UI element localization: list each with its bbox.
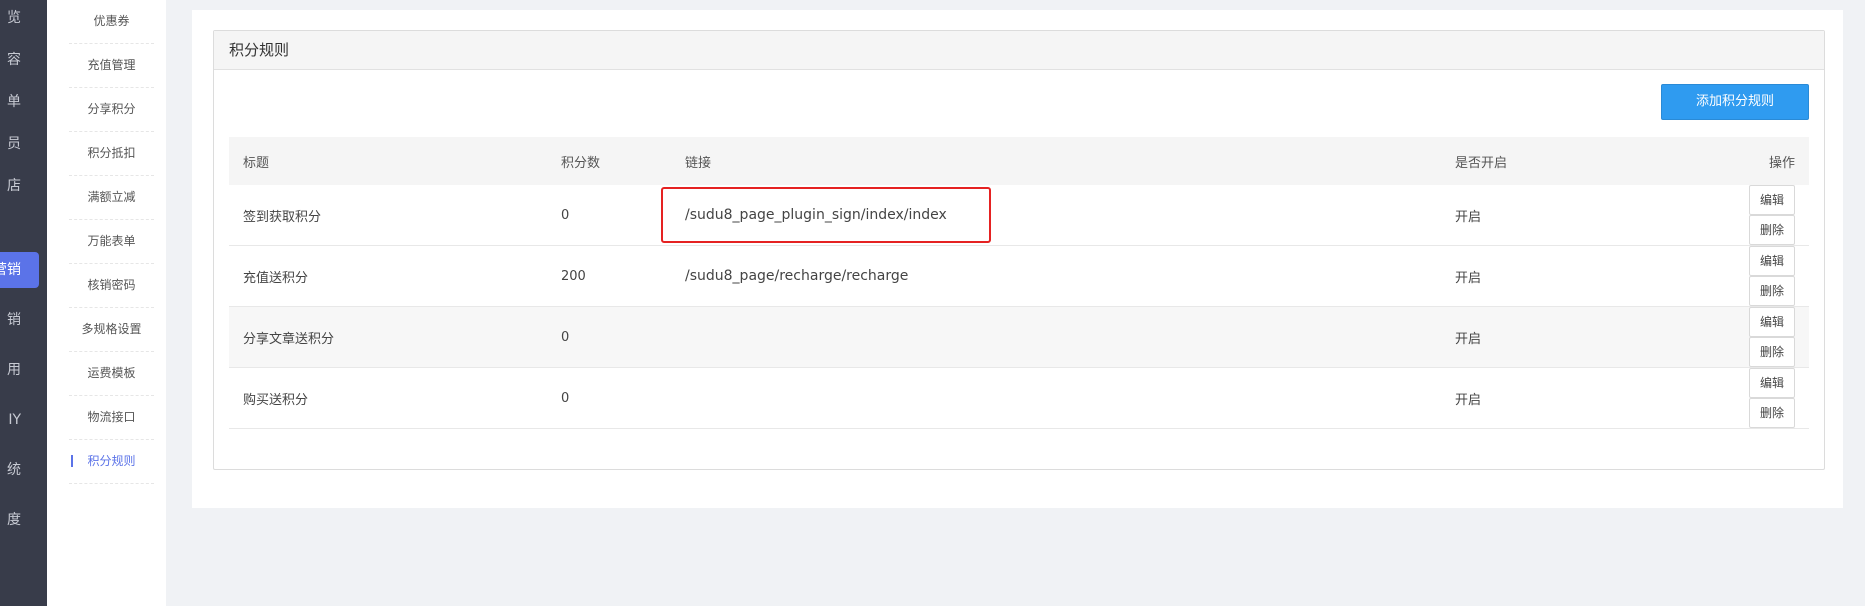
cell-actions: 编辑删除 [1723, 245, 1809, 307]
points-rules-table: 标题 积分数 链接 是否开启 操作 签到获取积分 0 /sudu8_page_p… [229, 137, 1809, 429]
nav-item-label: IY [8, 412, 21, 428]
submenu-item-recharge[interactable]: 充值管理 [69, 44, 154, 88]
cell-actions: 编辑删除 [1723, 306, 1809, 368]
marketing-submenu: 优惠券 充值管理 分享积分 积分抵扣 满额立减 万能表单 核销密码 多规格设置 … [47, 0, 166, 606]
submenu-item-coupons[interactable]: 优惠券 [69, 0, 154, 44]
highlight-box [661, 187, 991, 243]
delete-button[interactable]: 删除 [1749, 276, 1795, 306]
nav-item-label: 营销 [0, 262, 21, 278]
nav-item-members[interactable]: 员 [0, 126, 47, 162]
nav-item-diy[interactable]: IY [0, 402, 47, 438]
submenu-item-label: 积分规则 [87, 454, 136, 468]
nav-item-marketing[interactable]: 营销 [0, 252, 39, 288]
cell-enabled: 开启 [1441, 245, 1723, 307]
nav-item-label: 店 [7, 178, 21, 194]
cell-enabled: 开启 [1441, 306, 1723, 368]
cell-enabled: 开启 [1441, 367, 1723, 429]
submenu-item-points-rules[interactable]: 积分规则 [69, 440, 154, 484]
edit-button[interactable]: 编辑 [1749, 368, 1795, 398]
delete-button[interactable]: 删除 [1749, 215, 1795, 245]
cell-enabled: 开启 [1441, 185, 1723, 246]
cell-link: /sudu8_page_plugin_sign/index/index [661, 185, 1441, 246]
header-actions: 操作 [1723, 137, 1809, 185]
nav-item-apps[interactable]: 用 [0, 352, 47, 388]
header-enabled: 是否开启 [1441, 137, 1723, 185]
edit-button[interactable]: 编辑 [1749, 307, 1795, 337]
header-points: 积分数 [547, 137, 671, 185]
nav-item-system[interactable]: 统 [0, 452, 47, 488]
submenu-item-universal-form[interactable]: 万能表单 [69, 220, 154, 264]
submenu-item-full-reduction[interactable]: 满额立减 [69, 176, 154, 220]
nav-item-label: 销 [7, 312, 21, 328]
cell-points: 0 [547, 367, 671, 429]
active-indicator [71, 455, 73, 467]
submenu-item-points-deduction[interactable]: 积分抵扣 [69, 132, 154, 176]
header-title: 标题 [229, 137, 547, 185]
submenu-item-verify-code[interactable]: 核销密码 [69, 264, 154, 308]
delete-button[interactable]: 删除 [1749, 337, 1795, 367]
add-points-rule-button[interactable]: 添加积分规则 [1661, 84, 1809, 120]
delete-button[interactable]: 删除 [1749, 398, 1795, 428]
table-row: 购买送积分 0 开启 编辑删除 [229, 367, 1809, 429]
cell-title: 分享文章送积分 [229, 306, 547, 368]
nav-item-label: 容 [7, 52, 21, 68]
edit-button[interactable]: 编辑 [1749, 185, 1795, 215]
cell-title: 充值送积分 [229, 245, 547, 307]
nav-item-stores[interactable]: 店 [0, 168, 47, 204]
nav-item-label: 度 [7, 512, 21, 528]
table-header-row: 标题 积分数 链接 是否开启 操作 [229, 137, 1809, 185]
cell-points: 200 [547, 245, 671, 307]
table-row: 签到获取积分 0 /sudu8_page_plugin_sign/index/i… [229, 185, 1809, 246]
cell-points: 0 [547, 185, 671, 246]
header-link: 链接 [671, 137, 1441, 185]
cell-link [671, 306, 1441, 368]
nav-item-content[interactable]: 容 [0, 42, 47, 78]
points-rules-panel: 积分规则 添加积分规则 标题 积分数 链接 是否开启 操作 签到获取积分 0 /… [213, 30, 1825, 470]
submenu-item-shipping-template[interactable]: 运费模板 [69, 352, 154, 396]
panel-title: 积分规则 [214, 31, 1824, 70]
nav-item-overview[interactable]: 览 [0, 0, 47, 36]
table-row: 充值送积分 200 /sudu8_page/recharge/recharge … [229, 245, 1809, 307]
nav-item-distribution[interactable]: 销 [0, 302, 47, 338]
nav-item-label: 统 [7, 462, 21, 478]
nav-item-label: 员 [7, 136, 21, 152]
nav-item-orders[interactable]: 单 [0, 84, 47, 120]
main-nav: 览 容 单 员 店 营销 销 用 IY 统 度 [0, 0, 47, 606]
content-area: 积分规则 添加积分规则 标题 积分数 链接 是否开启 操作 签到获取积分 0 /… [192, 10, 1843, 508]
nav-item-label: 览 [7, 10, 21, 26]
nav-item-label: 单 [7, 94, 21, 110]
nav-item-label: 用 [7, 362, 21, 378]
submenu-item-share-points[interactable]: 分享积分 [69, 88, 154, 132]
nav-item-baidu[interactable]: 度 [0, 502, 47, 538]
cell-actions: 编辑删除 [1723, 185, 1809, 246]
cell-title: 签到获取积分 [229, 185, 547, 246]
cell-actions: 编辑删除 [1723, 367, 1809, 429]
submenu-item-logistics-api[interactable]: 物流接口 [69, 396, 154, 440]
submenu-item-multi-spec[interactable]: 多规格设置 [69, 308, 154, 352]
table-row: 分享文章送积分 0 开启 编辑删除 [229, 306, 1809, 368]
cell-title: 购买送积分 [229, 367, 547, 429]
cell-link [671, 367, 1441, 429]
cell-points: 0 [547, 306, 671, 368]
edit-button[interactable]: 编辑 [1749, 246, 1795, 276]
cell-link: /sudu8_page/recharge/recharge [671, 245, 1441, 307]
